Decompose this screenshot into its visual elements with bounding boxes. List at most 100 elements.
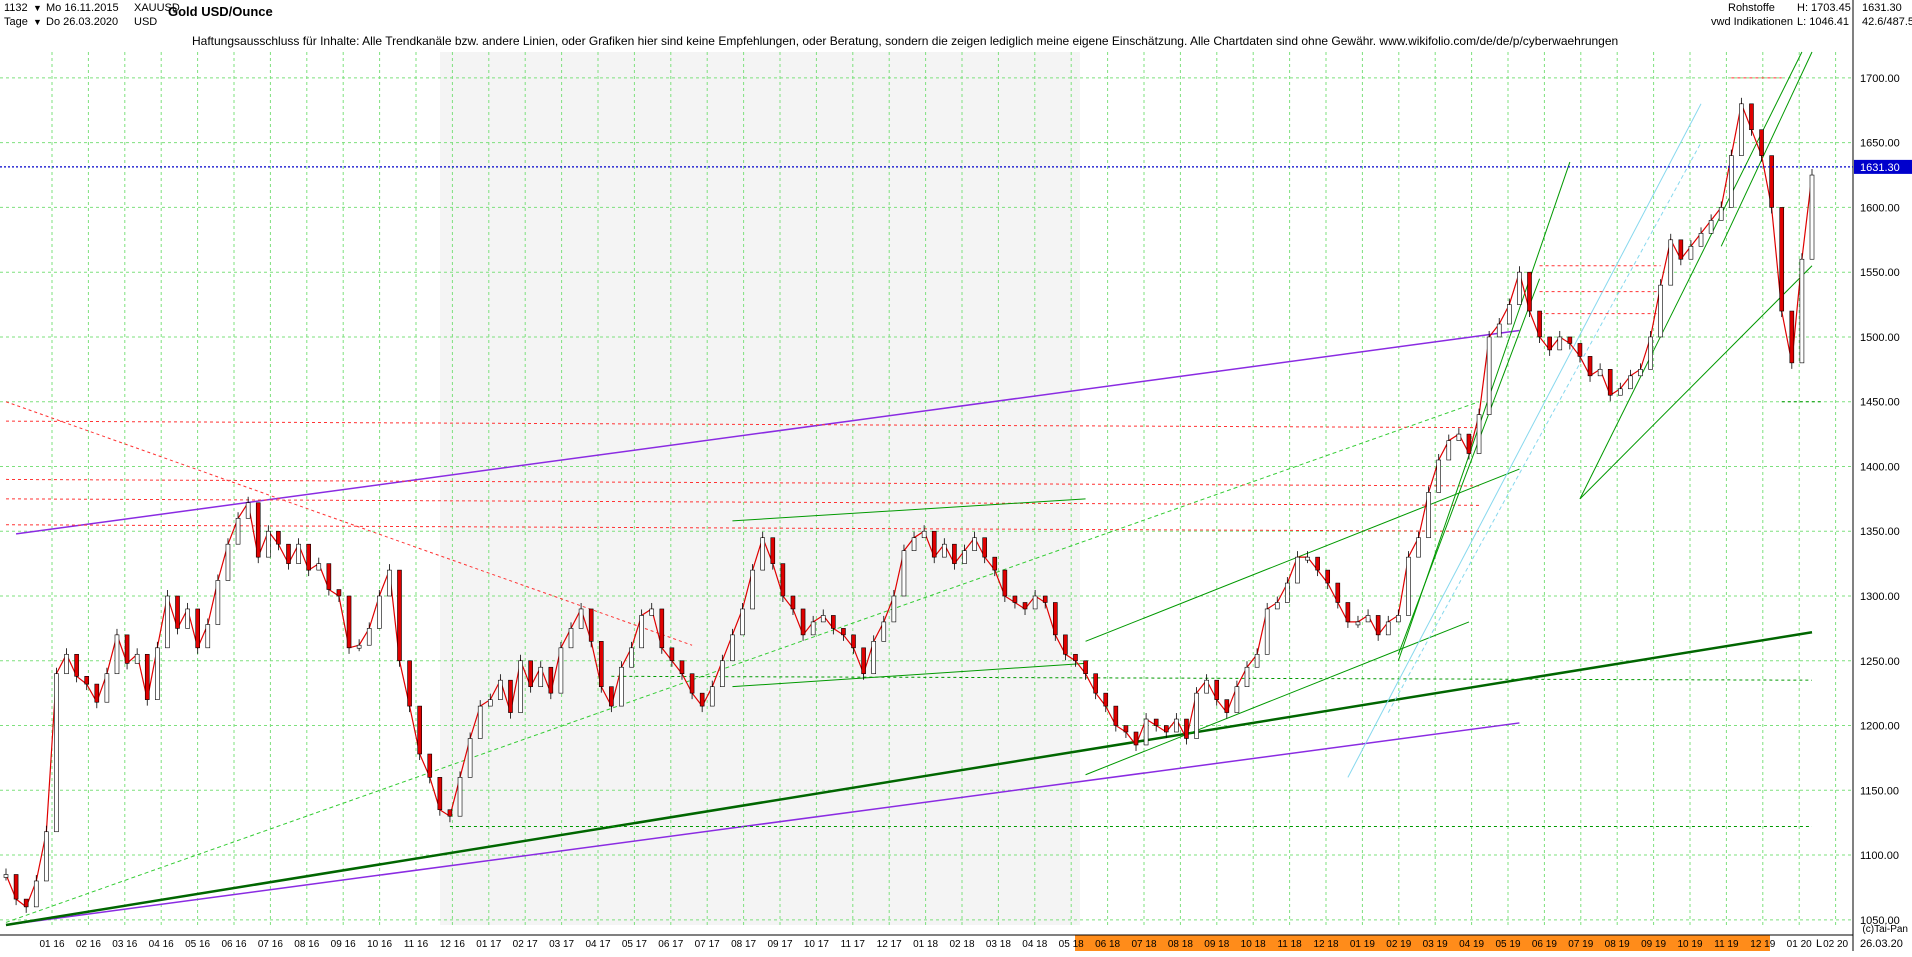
y-tick-label: 1650.00	[1860, 138, 1900, 150]
y-tick-label: 1350.00	[1860, 526, 1900, 538]
candle-body	[871, 641, 876, 675]
x-tick-label: 01 19	[1350, 939, 1375, 950]
candle-body	[548, 666, 554, 694]
x-tick-label: 11 19	[1714, 939, 1739, 950]
candle-body	[276, 530, 281, 545]
candle-body	[1577, 343, 1583, 357]
candle-body	[1365, 615, 1371, 623]
candle-body	[578, 608, 584, 629]
copyright: (c)Tai-Pan	[1862, 924, 1908, 935]
x-tick-label: 01 17	[476, 939, 501, 950]
candle-body	[598, 641, 604, 687]
candle-body	[730, 634, 735, 662]
y-tick-label: 1550.00	[1860, 267, 1900, 279]
candle-body	[1456, 433, 1462, 441]
candle-body	[1042, 595, 1048, 603]
candle-body	[901, 550, 907, 597]
x-tick-label: 07 16	[258, 939, 283, 950]
x-tick-label: 04 18	[1022, 939, 1047, 950]
x-tick-label: 04 19	[1459, 939, 1484, 950]
candle-body	[104, 673, 110, 703]
candle-body	[820, 615, 826, 623]
candle-body	[1426, 492, 1431, 539]
candle-body	[1718, 207, 1724, 221]
period-dropdown-icon[interactable]: ▼	[33, 17, 42, 27]
candle-body	[437, 777, 443, 811]
candle-body	[1507, 304, 1512, 325]
candle-body	[1184, 718, 1189, 739]
y-tick-label: 1500.00	[1860, 332, 1900, 344]
candle-body	[1446, 440, 1452, 461]
x-tick-label: 12 18	[1313, 939, 1338, 950]
candle-body	[1022, 602, 1028, 610]
x-tick-label: 07 17	[695, 939, 720, 950]
candle-body	[679, 660, 685, 675]
candle-body	[1093, 673, 1098, 694]
status-date: 26.03.20	[1860, 938, 1903, 950]
candle-body	[1174, 718, 1179, 733]
candle-body	[195, 608, 200, 649]
x-tick-label: 06 16	[221, 939, 246, 950]
candle-body	[1708, 220, 1714, 234]
x-tick-label: 01 16	[39, 939, 64, 950]
candle-body	[1002, 569, 1008, 597]
candle-body	[1052, 602, 1058, 636]
candle-body	[225, 543, 231, 581]
candle-body	[921, 530, 927, 539]
candle-body	[1315, 556, 1320, 571]
start-date: Mo 16.11.2015	[46, 2, 119, 14]
x-tick-label: 03 17	[549, 939, 574, 950]
candle-body	[1063, 634, 1068, 655]
data-source: vwd Indikationen	[1711, 16, 1793, 28]
x-tick-label: 07 19	[1568, 939, 1593, 950]
candle-body	[1607, 369, 1613, 396]
candle-body	[881, 621, 887, 642]
candle-body	[851, 634, 856, 649]
candle-body	[487, 699, 493, 707]
candle-body	[740, 608, 745, 636]
candle-body	[1597, 369, 1603, 377]
x-tick-label: 11 17	[841, 939, 866, 950]
candle-body	[44, 831, 49, 882]
x-tick-label: 08 19	[1605, 939, 1630, 950]
candle-body	[609, 686, 614, 707]
candle-body	[306, 543, 311, 571]
candle-body	[1789, 310, 1795, 364]
candle-body	[407, 660, 412, 707]
candle-body	[1658, 284, 1663, 338]
candle-body	[1759, 129, 1764, 156]
candle-body	[1557, 336, 1563, 351]
x-tick-label: 12 16	[440, 939, 465, 950]
candle-body	[841, 628, 846, 636]
x-tick-label: 10 16	[367, 939, 392, 950]
candle-body	[1335, 582, 1341, 603]
x-tick-label: 02 18	[949, 939, 974, 950]
candle-body	[33, 880, 39, 908]
x-tick-label: 09 16	[331, 939, 356, 950]
candle-body	[1274, 602, 1280, 610]
x-tick-label: 11 16	[404, 939, 429, 950]
candle-body	[518, 660, 523, 713]
x-tick-label: 01 18	[913, 939, 938, 950]
candle-body	[316, 563, 322, 571]
y-tick-label: 1600.00	[1860, 202, 1900, 214]
dropdown-triangle-icon[interactable]: ▼	[33, 3, 42, 13]
candle-body	[568, 628, 574, 649]
candle-body	[1305, 556, 1310, 561]
candle-body	[1153, 718, 1159, 726]
candle-body	[1406, 556, 1411, 616]
candle-body	[1345, 602, 1351, 623]
period-selector[interactable]: Tage	[4, 16, 28, 28]
candle-body	[1133, 731, 1139, 746]
chart-title: Gold USD/Ounce	[168, 4, 273, 19]
candle-body	[1476, 414, 1482, 454]
candle-body	[699, 692, 705, 707]
x-tick-label: 05 18	[1059, 939, 1084, 950]
candle-body	[629, 647, 634, 668]
candle-body	[205, 624, 211, 649]
candle-body	[962, 550, 967, 564]
candle-body	[477, 705, 483, 739]
candle-body	[1234, 686, 1240, 713]
candle-body	[619, 666, 624, 707]
candle-body	[387, 569, 392, 597]
